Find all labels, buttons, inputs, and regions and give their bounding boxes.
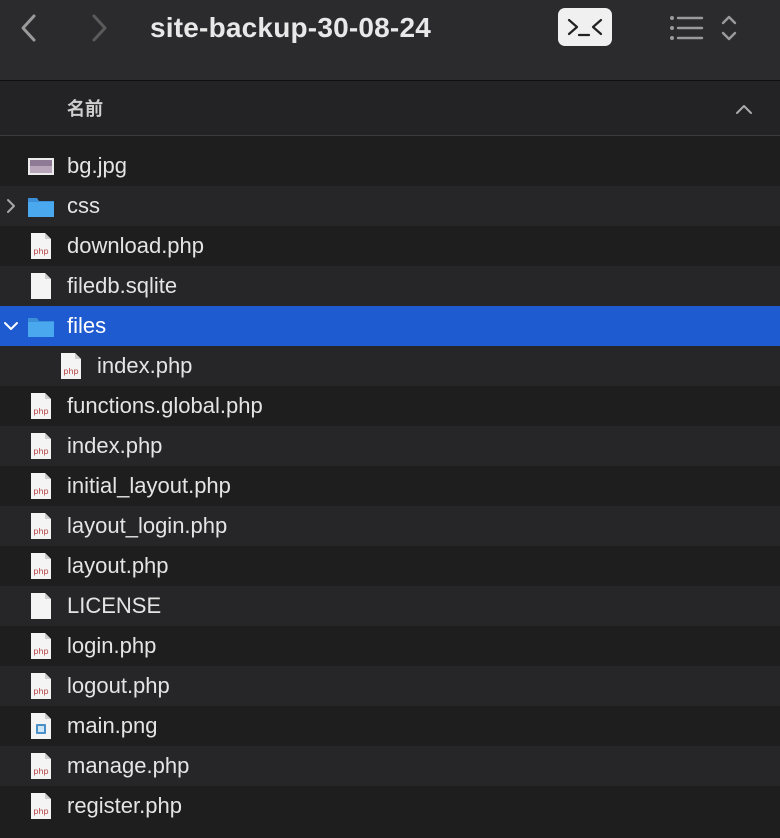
file-icon-wrap: php [27,232,55,260]
forward-button[interactable] [86,12,114,44]
file-list: bg.jpg css php download.php filedb.sqlit… [0,146,780,826]
php-file-icon: php [31,433,51,459]
file-name: css [67,193,100,218]
file-row[interactable]: php manage.php [0,746,780,786]
file-icon-wrap: php [27,672,55,700]
file-name: initial_layout.php [67,473,231,498]
file-icon-wrap [27,152,55,180]
file-name: filedb.sqlite [67,273,178,298]
php-file-icon: php [31,473,51,499]
file-icon-wrap: php [27,632,55,660]
file-icon-wrap: php [27,432,55,460]
file-row[interactable]: php index.php [0,346,780,386]
chevron-right-icon [92,14,107,42]
php-file-icon: php [31,753,51,779]
php-file-icon: php [61,353,81,379]
list-view-icon [670,15,737,41]
php-file-icon: php [31,393,51,419]
file-name: files [67,313,107,338]
svg-text:php: php [33,527,48,536]
file-name: LICENSE [67,593,162,618]
svg-text:php: php [33,647,48,656]
file-icon-wrap: php [27,752,55,780]
file-name: layout.php [67,553,169,578]
file-icon-wrap [27,712,55,740]
svg-text:php: php [33,407,48,416]
folder-icon [28,198,54,217]
file-row[interactable]: bg.jpg [0,146,780,186]
terminal-button[interactable] [558,8,612,46]
file-row[interactable]: filedb.sqlite [0,266,780,306]
document-icon [31,593,51,619]
file-icon-wrap [27,592,55,620]
file-icon-wrap: php [57,352,85,380]
file-row[interactable]: php register.php [0,786,780,826]
file-row[interactable]: php functions.global.php [0,386,780,426]
chevron-up-icon[interactable] [734,99,754,119]
name-column-header[interactable]: 名前 [67,95,103,121]
png-file-icon [31,713,51,739]
php-file-icon: php [31,793,51,819]
file-icon-wrap: php [27,792,55,820]
file-row[interactable]: php layout.php [0,546,780,586]
file-name: main.png [67,713,158,738]
document-icon [31,273,51,299]
svg-text:php: php [33,807,48,816]
php-file-icon: php [31,633,51,659]
file-row[interactable]: php layout_login.php [0,506,780,546]
file-row[interactable]: php initial_layout.php [0,466,780,506]
file-name: login.php [67,633,157,658]
php-file-icon: php [31,233,51,259]
file-name: index.php [67,433,163,458]
file-icon-wrap [27,312,55,340]
file-row[interactable]: LICENSE [0,586,780,626]
file-icon-wrap [27,192,55,220]
php-file-icon: php [31,513,51,539]
php-file-icon: php [31,553,51,579]
file-icon-wrap: php [27,472,55,500]
file-row[interactable]: php login.php [0,626,780,666]
file-name: index.php [97,353,193,378]
svg-text:php: php [33,567,48,576]
file-row[interactable]: php download.php [0,226,780,266]
file-icon-wrap: php [27,552,55,580]
svg-text:php: php [33,767,48,776]
back-button[interactable] [16,12,44,44]
file-icon-wrap: php [27,512,55,540]
file-name: bg.jpg [67,153,127,178]
terminal-icon [567,18,603,37]
php-file-icon: php [31,673,51,699]
svg-text:php: php [33,687,48,696]
disclosure-chevron-right-icon[interactable] [2,196,20,216]
file-name: logout.php [67,673,170,698]
file-name: layout_login.php [67,513,228,538]
file-row[interactable]: main.png [0,706,780,746]
svg-text:php: php [33,447,48,456]
file-icon-wrap: php [27,392,55,420]
file-icon-wrap [27,272,55,300]
disclosure-chevron-down-icon[interactable] [2,316,20,336]
toolbar: site-backup-30-08-24 [0,0,780,81]
svg-text:php: php [33,487,48,496]
file-name: download.php [67,233,205,258]
file-name: register.php [67,793,182,818]
svg-text:php: php [33,247,48,256]
file-name: manage.php [67,753,190,778]
list-view-button[interactable] [668,12,742,44]
file-row[interactable]: php logout.php [0,666,780,706]
folder-icon [28,318,54,337]
file-row[interactable]: css [0,186,780,226]
file-name: functions.global.php [67,393,263,418]
chevron-left-icon [21,14,36,42]
window-title: site-backup-30-08-24 [150,12,432,43]
image-file-icon [28,158,54,175]
file-row[interactable]: files [0,306,780,346]
file-row[interactable]: php index.php [0,426,780,466]
svg-text:php: php [63,367,78,376]
column-header: 名前 [0,81,780,136]
